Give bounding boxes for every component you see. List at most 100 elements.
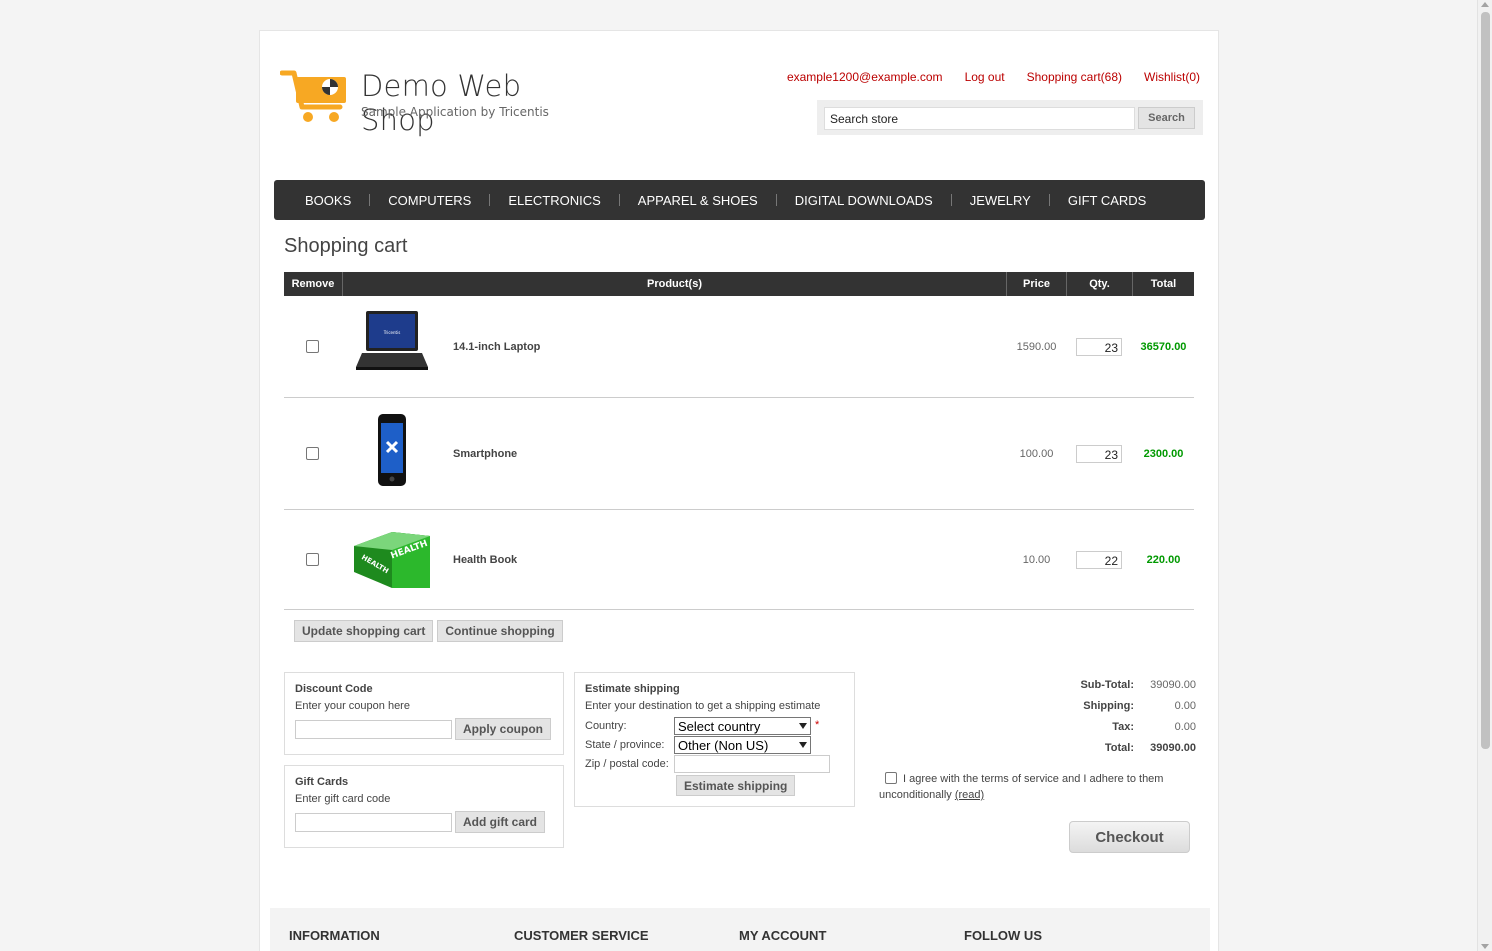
required-mark: * xyxy=(815,719,820,731)
quantity-input[interactable]: 22 xyxy=(1076,550,1122,569)
continue-shopping-button[interactable]: Continue shopping xyxy=(437,620,563,642)
site-logo[interactable]: Demo Web Shop Sample Application by Tric… xyxy=(280,67,590,137)
cart-table: Remove Product(s) Price Qty. Total Trice… xyxy=(284,272,1194,610)
header-links: example1200@example.com Log out Shopping… xyxy=(765,70,1200,84)
terms-of-service: I agree with the terms of service and I … xyxy=(879,771,1189,803)
tax-row: Tax: 0.00 xyxy=(1060,721,1197,742)
menu-item-computers[interactable]: COMPUTERS xyxy=(370,193,489,208)
quantity-input[interactable]: 23 xyxy=(1076,337,1122,356)
terms-checkbox[interactable] xyxy=(885,772,897,784)
logo-subtitle: Sample Application by Tricentis xyxy=(361,105,549,119)
column-header-qty: Qty. xyxy=(1067,272,1133,296)
menu-item-apparel-shoes[interactable]: APPAREL & SHOES xyxy=(620,193,776,208)
table-row: HEALTH HEALTH Health Book 10.00 22 220.0… xyxy=(284,510,1194,610)
discount-title: Discount Code xyxy=(295,683,373,695)
line-total: 2300.00 xyxy=(1143,447,1184,460)
footer-my-account-heading: MY ACCOUNT xyxy=(739,928,827,943)
smartphone-image[interactable] xyxy=(352,412,432,492)
total-value: 39090.00 xyxy=(1150,742,1196,754)
state-label: State / province: xyxy=(585,739,665,751)
footer: INFORMATION CUSTOMER SERVICE MY ACCOUNT … xyxy=(270,908,1210,951)
checkout-button[interactable]: Checkout xyxy=(1069,821,1190,853)
unit-price: 1590.00 xyxy=(1016,340,1057,353)
wishlist-link[interactable]: Wishlist(0) xyxy=(1144,70,1200,84)
search-input[interactable]: Search store xyxy=(824,107,1135,130)
subtotal-value: 39090.00 xyxy=(1150,679,1196,691)
logo-title: Demo Web Shop xyxy=(361,69,522,137)
product-name-link[interactable]: 14.1-inch Laptop xyxy=(453,341,540,353)
footer-customer-service-heading: CUSTOMER SERVICE xyxy=(514,928,649,943)
menu-item-jewelry[interactable]: JEWELRY xyxy=(952,193,1049,208)
gift-card-box: Gift Cards Enter gift card code Add gift… xyxy=(284,765,564,848)
shipping-hint: Enter your destination to get a shipping… xyxy=(585,700,821,712)
line-total: 220.00 xyxy=(1146,553,1181,566)
gift-card-input[interactable] xyxy=(295,813,452,832)
total-label: Total: xyxy=(1104,742,1134,754)
unit-price: 10.00 xyxy=(1022,553,1051,566)
discount-code-box: Discount Code Enter your coupon here App… xyxy=(284,672,564,755)
column-header-price: Price xyxy=(1007,272,1067,296)
remove-checkbox[interactable] xyxy=(306,340,319,353)
top-menu: BOOKS COMPUTERS ELECTRONICS APPAREL & SH… xyxy=(274,180,1205,220)
menu-item-gift-cards[interactable]: GIFT CARDS xyxy=(1050,193,1165,208)
shopping-cart-link[interactable]: Shopping cart(68) xyxy=(1027,70,1122,84)
laptop-image[interactable]: Tricentis xyxy=(352,307,432,387)
country-select[interactable]: Select country xyxy=(674,717,811,735)
chevron-down-icon xyxy=(799,723,807,729)
footer-information-heading: INFORMATION xyxy=(289,928,380,943)
tax-value: 0.00 xyxy=(1174,721,1196,733)
tax-label: Tax: xyxy=(1112,721,1134,733)
shipping-title: Estimate shipping xyxy=(585,683,680,695)
line-total: 36570.00 xyxy=(1140,340,1187,353)
remove-checkbox[interactable] xyxy=(306,553,319,566)
menu-item-digital-downloads[interactable]: DIGITAL DOWNLOADS xyxy=(777,193,951,208)
coupon-input[interactable] xyxy=(295,720,452,739)
scroll-down-icon[interactable] xyxy=(1481,944,1489,949)
remove-checkbox[interactable] xyxy=(306,447,319,460)
svg-text:Tricentis: Tricentis xyxy=(383,330,401,335)
state-select[interactable]: Other (Non US) xyxy=(674,736,811,754)
cart-table-header: Remove Product(s) Price Qty. Total xyxy=(284,272,1194,296)
estimate-shipping-button[interactable]: Estimate shipping xyxy=(676,775,796,796)
health-book-image[interactable]: HEALTH HEALTH xyxy=(352,522,432,602)
shopping-cart-logo-icon xyxy=(280,70,346,122)
gift-card-hint: Enter gift card code xyxy=(295,793,391,805)
product-name-link[interactable]: Smartphone xyxy=(453,448,517,460)
shipping-label: Shipping: xyxy=(1083,700,1134,712)
logout-link[interactable]: Log out xyxy=(965,70,1005,84)
apply-coupon-button[interactable]: Apply coupon xyxy=(455,718,551,740)
unit-price: 100.00 xyxy=(1019,447,1054,460)
column-header-remove: Remove xyxy=(284,272,343,296)
terms-read-link[interactable]: (read) xyxy=(955,789,984,801)
quantity-input[interactable]: 23 xyxy=(1076,444,1122,463)
menu-item-books[interactable]: BOOKS xyxy=(287,193,369,208)
subtotal-row: Sub-Total: 39090.00 xyxy=(1060,679,1197,700)
product-name-link[interactable]: Health Book xyxy=(453,554,517,566)
shipping-value: 0.00 xyxy=(1174,700,1196,712)
terms-text: I agree with the terms of service and I … xyxy=(879,773,1164,801)
page-container: Demo Web Shop Sample Application by Tric… xyxy=(259,30,1219,951)
order-totals: Sub-Total: 39090.00 Shipping: 0.00 Tax: … xyxy=(1060,679,1197,763)
search-button[interactable]: Search xyxy=(1138,107,1195,129)
column-header-product: Product(s) xyxy=(343,272,1007,296)
country-select-value: Select country xyxy=(678,718,761,734)
country-label: Country: xyxy=(585,720,627,732)
zip-label: Zip / postal code: xyxy=(585,758,669,770)
subtotal-label: Sub-Total: xyxy=(1080,679,1134,691)
menu-item-electronics[interactable]: ELECTRONICS xyxy=(490,193,618,208)
chevron-down-icon xyxy=(799,742,807,748)
shipping-row: Shipping: 0.00 xyxy=(1060,700,1197,721)
scroll-up-icon[interactable] xyxy=(1481,2,1489,7)
zip-input[interactable] xyxy=(674,755,830,773)
column-header-total: Total xyxy=(1150,278,1177,290)
page-scrollbar[interactable] xyxy=(1477,0,1492,951)
scrollbar-thumb[interactable] xyxy=(1481,12,1490,749)
discount-hint: Enter your coupon here xyxy=(295,700,410,712)
total-row: Total: 39090.00 xyxy=(1060,742,1197,763)
footer-follow-us-heading: FOLLOW US xyxy=(964,928,1042,943)
update-cart-button[interactable]: Update shopping cart xyxy=(294,620,434,642)
search-box: Search store Search xyxy=(817,100,1203,135)
table-row: Smartphone 100.00 23 2300.00 xyxy=(284,398,1194,510)
account-email-link[interactable]: example1200@example.com xyxy=(787,70,943,84)
add-gift-card-button[interactable]: Add gift card xyxy=(455,811,545,833)
